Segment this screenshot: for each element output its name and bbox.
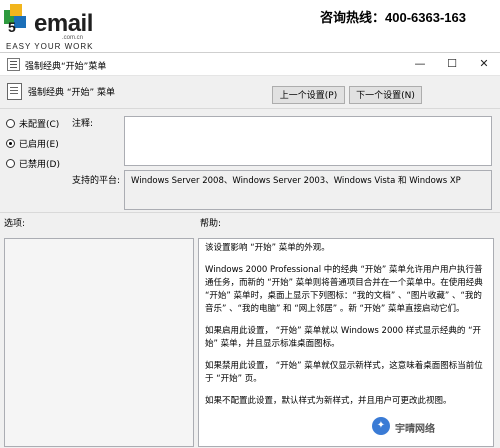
divider <box>0 108 500 109</box>
maximize-button[interactable]: ☐ <box>436 53 468 75</box>
help-paragraph: Windows 2000 Professional 中的经典 “开始” 菜单允许… <box>205 265 483 314</box>
platform-label: 支持的平台: <box>72 176 121 186</box>
close-button[interactable]: ✕ <box>468 53 500 75</box>
comment-label: 注释: <box>72 119 94 129</box>
logo-icon: 5 <box>4 4 26 34</box>
radio-disabled[interactable]: 已禁用(D) <box>6 156 60 170</box>
svg-text:5: 5 <box>8 19 16 34</box>
options-label: 选项: <box>4 219 26 229</box>
radio-label: 未配置(C) <box>19 119 60 130</box>
radio-indicator <box>6 138 15 148</box>
setting-icon <box>7 83 22 100</box>
next-setting-button[interactable]: 下一个设置(N) <box>349 86 422 104</box>
minimize-button[interactable]: — <box>404 53 436 75</box>
watermark: 宇晴网络 <box>395 424 435 435</box>
window-title: 强制经典“开始”菜单 <box>25 62 107 72</box>
radio-indicator <box>6 118 15 128</box>
platform-value: Windows Server 2008、Windows Server 2003、… <box>124 170 492 210</box>
watermark-icon: ✦ <box>372 417 390 435</box>
policy-title: 强制经典 “开始” 菜单 <box>28 88 116 98</box>
divider <box>0 212 500 213</box>
help-paragraph: 如果禁用此设置， “开始” 菜单就仅显示新样式，这意味着桌面图标当前位于 “开始… <box>205 361 483 384</box>
help-paragraph: 如果启用此设置， “开始” 菜单就以 Windows 2000 样式显示经典的 … <box>205 326 481 349</box>
logo-wordmark: email <box>34 10 93 37</box>
help-paragraph: 如果不配置此设置，默认样式为新样式，并且用户可更改此视图。 <box>205 396 452 406</box>
help-label: 帮助: <box>200 219 222 229</box>
prev-setting-button[interactable]: 上一个设置(P) <box>272 86 345 104</box>
policy-icon <box>7 58 20 71</box>
slogan: EASY YOUR WORK <box>6 42 94 51</box>
comment-field[interactable] <box>124 116 492 166</box>
logo-domain: .com.cn <box>62 35 84 41</box>
help-pane: 该设置影响 “开始” 菜单的外观。 Windows 2000 Professio… <box>198 238 494 447</box>
radio-label: 已启用(E) <box>19 139 59 150</box>
help-paragraph: 该设置影响 “开始” 菜单的外观。 <box>205 243 330 253</box>
radio-indicator <box>6 158 15 168</box>
radio-not-configured[interactable]: 未配置(C) <box>6 116 59 130</box>
options-pane <box>4 238 194 447</box>
radio-label: 已禁用(D) <box>19 159 60 170</box>
hotline: 咨询热线：400-6363-163 <box>320 10 466 25</box>
radio-enabled[interactable]: 已启用(E) <box>6 136 59 150</box>
